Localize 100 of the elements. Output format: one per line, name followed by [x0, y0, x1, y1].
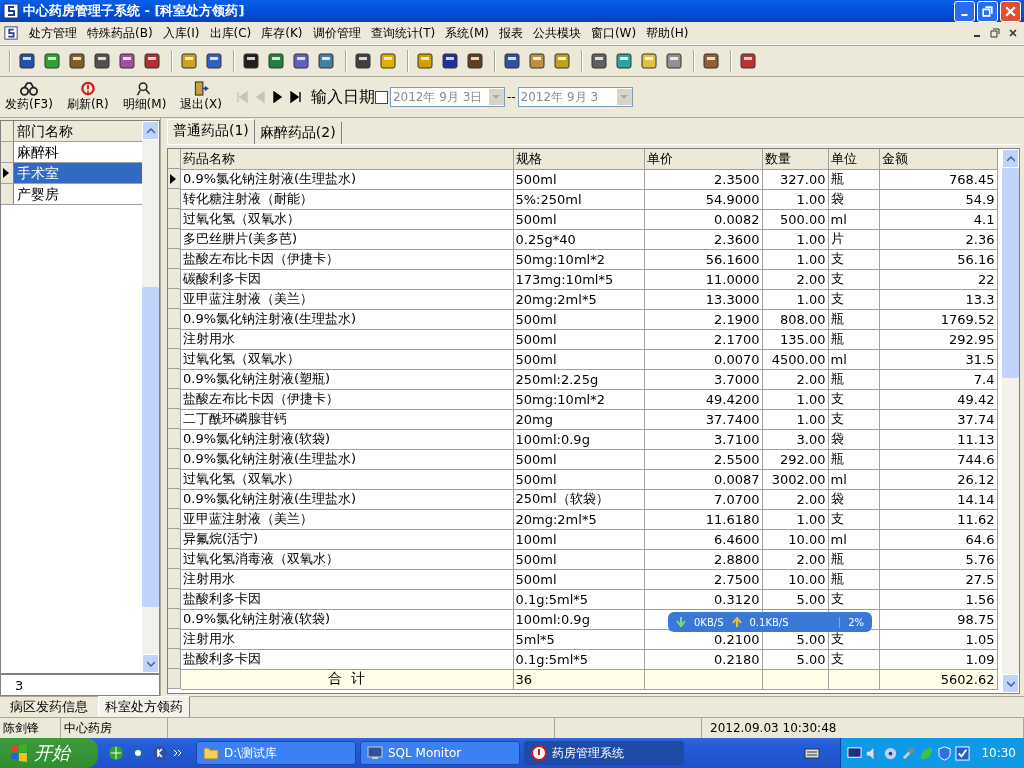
scroll-up-button[interactable]: [1002, 149, 1019, 168]
toolbar-icon[interactable]: [93, 52, 111, 70]
action-button[interactable]: 刷新(R): [63, 81, 112, 113]
table-cell: 1.00: [796, 411, 826, 427]
checkmark-icon[interactable]: [955, 745, 971, 761]
date-checkbox[interactable]: [374, 90, 388, 104]
chevron-icon[interactable]: [174, 749, 182, 757]
toolbar-icon[interactable]: [292, 52, 310, 70]
table-cell: ml: [830, 471, 847, 487]
menu-item[interactable]: 查询统计(T): [365, 24, 441, 42]
tab[interactable]: 科室处方领药: [98, 696, 190, 718]
table-cell: 支: [830, 251, 844, 266]
toolbar-icon[interactable]: [615, 52, 633, 70]
table-cell: 0.1g:5ml*5: [515, 651, 589, 667]
status-text: 陈剑锋: [3, 719, 39, 737]
row-indicator: [168, 149, 181, 169]
menu-item[interactable]: 窗口(W): [585, 24, 642, 42]
circle-k-icon[interactable]: [152, 745, 168, 761]
toolbar-icon[interactable]: [43, 52, 61, 70]
menu-item[interactable]: 入库(I): [157, 24, 205, 42]
menu-item[interactable]: 特殊药品(B): [82, 24, 158, 42]
toolbar-icon[interactable]: [590, 52, 608, 70]
table-cell: 过氧化氢消毒液（双氧水）: [183, 551, 339, 566]
toolbar-icon[interactable]: [553, 52, 571, 70]
caret-down-icon: [146, 660, 155, 667]
nav-next-icon[interactable]: [271, 91, 284, 103]
toolbar-icon[interactable]: [317, 52, 335, 70]
scroll-thumb[interactable]: [142, 287, 159, 607]
caret-up-icon: [146, 127, 155, 134]
gear-icon[interactable]: [883, 745, 899, 761]
restore-button[interactable]: [977, 0, 998, 22]
date-picker[interactable]: 2012年 9月 3日: [389, 87, 505, 107]
toolbar-icon[interactable]: [466, 52, 484, 70]
toolbar-icon[interactable]: [665, 52, 683, 70]
table-cell: 0.9%氯化钠注射液(塑瓶): [183, 371, 331, 386]
scroll-thumb[interactable]: [1002, 168, 1019, 378]
shield-icon[interactable]: [937, 745, 953, 761]
start-button[interactable]: 开始: [0, 738, 98, 768]
department-item[interactable]: 手术室: [14, 163, 142, 183]
windows-logo-icon: [10, 744, 28, 762]
scroll-down-button[interactable]: [142, 654, 159, 673]
menu-item[interactable]: 报表: [493, 24, 528, 42]
toolbar-icon[interactable]: [143, 52, 161, 70]
close-button[interactable]: [1000, 0, 1021, 22]
toolbar-icon[interactable]: [528, 52, 546, 70]
toolbar-icon[interactable]: [180, 52, 198, 70]
toolbar-icon[interactable]: [702, 52, 720, 70]
toolbar-icon[interactable]: [242, 52, 260, 70]
action-button[interactable]: 明细(M): [119, 81, 170, 113]
toolbar-icon[interactable]: [739, 52, 757, 70]
scroll-down-button[interactable]: [1002, 674, 1019, 693]
date-picker[interactable]: 2012年 9月 3: [517, 87, 633, 107]
action-button[interactable]: 退出(X): [177, 81, 225, 113]
table-cell: 盐酸左布比卡因（伊捷卡）: [183, 391, 339, 406]
table-cell: 37.74: [957, 411, 995, 427]
menu-item[interactable]: 帮助(H): [641, 24, 694, 42]
toolbar-icon[interactable]: [354, 52, 372, 70]
menu-item[interactable]: 库存(K): [256, 24, 308, 42]
nav-last-icon[interactable]: [289, 91, 302, 103]
menu-item[interactable]: 处方管理: [24, 24, 82, 42]
taskbar-button[interactable]: 药房管理系统: [524, 741, 684, 765]
minimize-button[interactable]: [954, 0, 975, 22]
table-cell: 744.6: [957, 451, 995, 467]
taskbar-button[interactable]: SQL Monitor: [360, 741, 520, 765]
tab[interactable]: 病区发药信息: [4, 697, 94, 717]
toolbar-icon[interactable]: [503, 52, 521, 70]
toolbar-icon[interactable]: [441, 52, 459, 70]
toolbar-icon[interactable]: [68, 52, 86, 70]
total-amount: 5602.62: [940, 671, 995, 687]
toolbar-icon[interactable]: [18, 52, 36, 70]
close-icon[interactable]: [1008, 28, 1018, 38]
folder-icon: [203, 745, 219, 761]
scrollbar[interactable]: [142, 121, 159, 673]
scrollbar[interactable]: [1002, 149, 1019, 693]
scroll-up-button[interactable]: [142, 121, 159, 140]
menu-item[interactable]: 公共模块: [527, 24, 586, 42]
table-cell: 49.42: [957, 391, 995, 407]
menu-item[interactable]: 系统(M): [440, 24, 494, 42]
table-cell: 4500.00: [771, 351, 826, 367]
toolbar-icon[interactable]: [267, 52, 285, 70]
action-button[interactable]: 发药(F3): [2, 81, 56, 113]
taskbar-button[interactable]: D:\测试库: [196, 741, 356, 765]
toolbar-icon[interactable]: [118, 52, 136, 70]
total-label: 合 计: [328, 670, 366, 686]
restore-icon[interactable]: [990, 28, 1000, 38]
column-header: 部门名称: [16, 122, 74, 141]
menu-item[interactable]: 调价管理: [307, 24, 366, 42]
tab[interactable]: 麻醉药品(2): [254, 122, 342, 144]
department-item[interactable]: 麻醉科: [14, 142, 142, 162]
column-header: 单价: [644, 149, 762, 169]
menu-item[interactable]: 出库(C): [204, 24, 257, 42]
department-item[interactable]: 产婴房: [14, 184, 142, 204]
table-cell: 500ml: [515, 351, 557, 367]
row-indicator[interactable]: [168, 169, 181, 189]
tab[interactable]: 普通药品(1): [167, 119, 255, 144]
monitor-icon[interactable]: [847, 745, 863, 761]
table-cell: 支: [830, 411, 844, 426]
toolbar-icon[interactable]: [205, 52, 223, 70]
keyboard-icon[interactable]: [804, 747, 821, 759]
toolbar-icon[interactable]: [416, 52, 434, 70]
